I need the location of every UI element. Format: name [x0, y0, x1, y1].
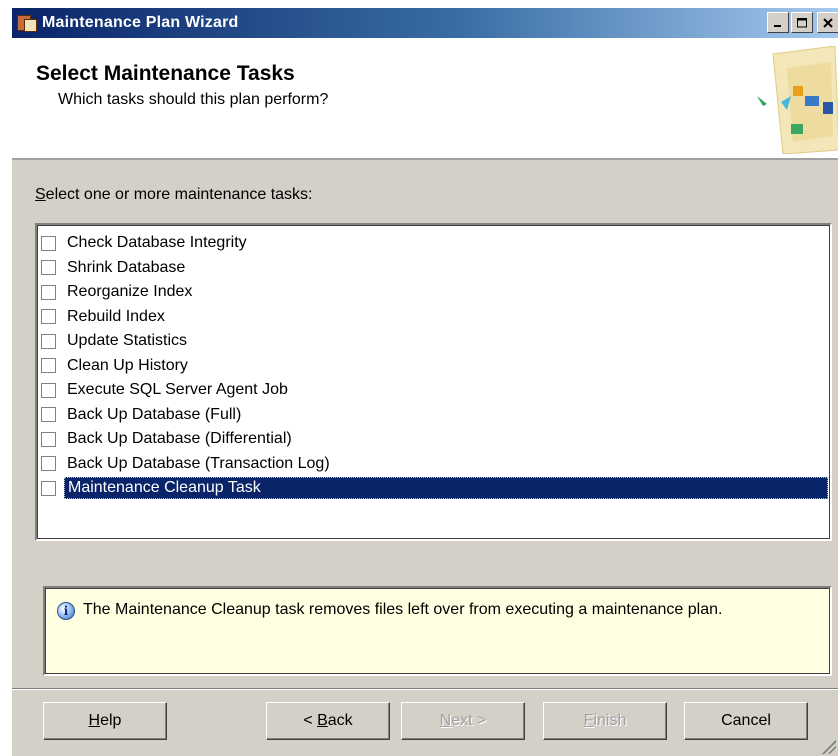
page-subtitle: Which tasks should this plan perform? — [58, 91, 329, 108]
window-title: Maintenance Plan Wizard — [42, 14, 239, 31]
task-label: Reorganize Index — [67, 283, 193, 300]
task-checkbox[interactable] — [41, 431, 56, 447]
button-separator — [12, 688, 838, 690]
task-checkbox[interactable] — [41, 382, 56, 398]
wizard-graphic-icon — [757, 46, 838, 154]
task-item[interactable]: Rebuild Index — [41, 305, 828, 329]
task-checkbox[interactable] — [41, 407, 56, 422]
finish-button[interactable]: Finish — [543, 702, 667, 740]
task-checkbox[interactable] — [41, 260, 56, 275]
task-item[interactable]: Clean Up History — [41, 354, 828, 378]
task-checkbox[interactable] — [41, 284, 56, 300]
task-label: Clean Up History — [67, 356, 188, 374]
resize-grip-icon[interactable] — [822, 740, 836, 754]
task-checkbox[interactable] — [41, 456, 56, 471]
app-icon — [16, 12, 38, 34]
wizard-window: Maintenance Plan Wizard Select Maintenan… — [11, 8, 838, 756]
task-checkbox[interactable] — [41, 333, 56, 349]
task-item[interactable]: Shrink Database — [41, 256, 828, 280]
task-label: Back Up Database (Transaction Log) — [67, 454, 330, 472]
task-description-text: The Maintenance Cleanup task removes fil… — [83, 601, 723, 618]
task-item[interactable]: Execute SQL Server Agent Job — [41, 378, 828, 402]
task-checklist[interactable]: Check Database Integrity Shrink Database R… — [35, 223, 832, 541]
task-label: Check Database Integrity — [67, 234, 247, 251]
task-list-prompt: Select one or more maintenance tasks: — [35, 186, 313, 203]
next-button[interactable]: Next > — [401, 702, 525, 740]
minimize-icon[interactable] — [767, 12, 789, 33]
page-title: Select Maintenance Tasks — [36, 62, 295, 85]
task-item[interactable]: Back Up Database (Differential) — [41, 427, 828, 451]
help-button[interactable]: Help — [43, 702, 167, 740]
wizard-header: Select Maintenance Tasks Which tasks sho… — [12, 38, 838, 160]
title-bar[interactable]: Maintenance Plan Wizard — [12, 8, 838, 38]
task-item[interactable]: Update Statistics — [41, 329, 828, 353]
task-label: Back Up Database (Differential) — [67, 430, 292, 447]
task-description-box: i The Maintenance Cleanup task removes f… — [43, 586, 832, 676]
task-label: Execute SQL Server Agent Job — [67, 381, 288, 398]
task-checkbox[interactable] — [41, 309, 56, 324]
task-checkbox[interactable] — [41, 235, 56, 251]
task-item[interactable]: Back Up Database (Transaction Log) — [41, 452, 828, 476]
task-item[interactable]: Check Database Integrity — [41, 231, 828, 255]
task-label: Update Statistics — [67, 332, 188, 349]
maximize-icon[interactable] — [791, 12, 813, 33]
task-item[interactable]: Back Up Database (Full) — [41, 403, 828, 427]
task-label: Maintenance Cleanup Task — [64, 477, 828, 499]
task-item[interactable]: Maintenance Cleanup Task — [41, 476, 828, 500]
close-icon[interactable] — [817, 12, 838, 33]
task-checkbox[interactable] — [41, 480, 56, 496]
cancel-button[interactable]: Cancel — [684, 702, 808, 740]
window-controls — [767, 12, 838, 33]
task-label: Shrink Database — [67, 258, 186, 276]
info-icon: i — [57, 602, 75, 620]
task-item[interactable]: Reorganize Index — [41, 280, 828, 304]
task-checkbox[interactable] — [41, 358, 56, 373]
back-button[interactable]: < Back — [266, 702, 390, 740]
task-label: Back Up Database (Full) — [67, 405, 242, 423]
task-label: Rebuild Index — [67, 307, 165, 325]
